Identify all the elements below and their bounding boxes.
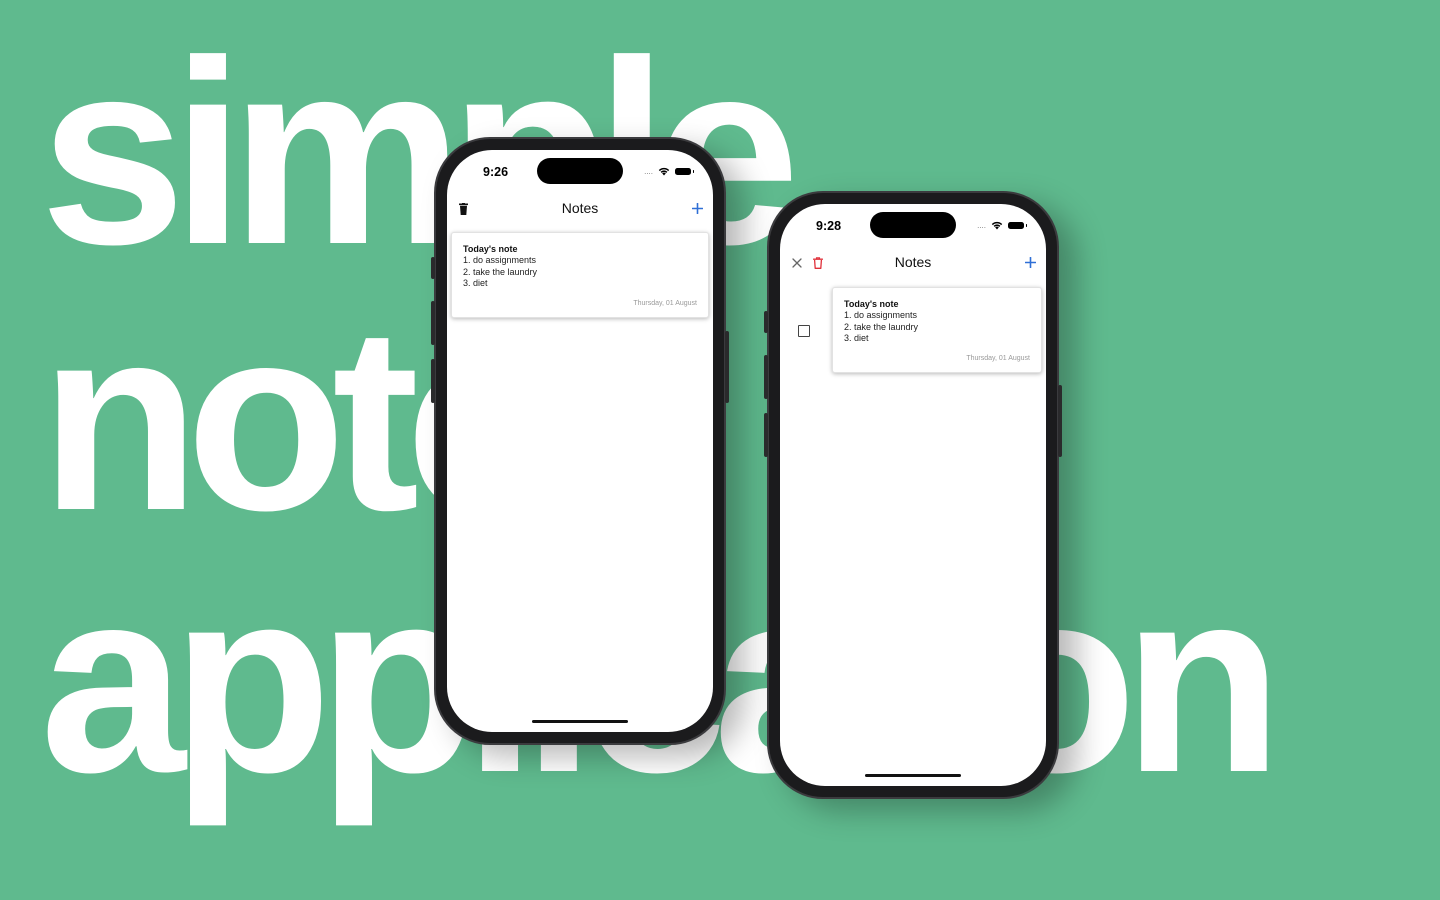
phone-volume-up-button [764,355,768,399]
phone-volume-down-button [764,413,768,457]
note-line: 1. do assignments [463,255,537,265]
note-line: 3. diet [844,333,869,343]
note-select-checkbox[interactable] [798,325,810,337]
note-title: Today's note [844,299,899,309]
note-title: Today's note [463,244,518,254]
home-indicator[interactable] [865,774,961,777]
page-title: Notes [561,200,599,216]
navigation-bar: Notes [780,248,1046,278]
phone-mockup-right: 9:28 .... Notes Today's note 1. do assig… [764,191,1062,799]
status-indicators: .... [977,220,1027,230]
plus-icon[interactable] [692,203,703,214]
page-title: Notes [894,254,932,270]
phone-action-button [764,311,768,333]
note-line: 3. diet [463,278,488,288]
plus-icon[interactable] [1025,257,1036,268]
status-indicators: .... [644,166,694,176]
dynamic-island [870,212,956,238]
note-date: Thursday, 01 August [633,300,697,307]
phone-power-button [725,331,729,403]
note-date: Thursday, 01 August [966,355,1030,362]
status-time: 9:28 [816,219,842,233]
note-card[interactable]: Today's note 1. do assignments 2. take t… [451,232,709,318]
note-line: 2. take the laundry [844,321,919,332]
note-line: 1. do assignments [844,310,918,320]
cellular-signal-icon: .... [977,221,986,230]
navigation-bar: Notes [447,194,713,224]
note-card[interactable]: Today's note 1. do assignments 2. take t… [832,287,1042,373]
phone-screen: 9:28 .... Notes Today's note 1. do assig… [780,204,1046,786]
home-indicator[interactable] [532,720,628,723]
status-time: 9:26 [483,165,509,179]
phone-action-button [431,257,435,279]
phone-volume-up-button [431,301,435,345]
cellular-signal-icon: .... [644,167,653,176]
phone-power-button [1058,385,1062,457]
phone-volume-down-button [431,359,435,403]
phone-mockup-left: 9:26 .... Notes Today's note 1. do assig… [431,137,729,745]
dynamic-island [537,158,623,184]
wifi-icon [991,221,1003,229]
phone-screen: 9:26 .... Notes Today's note 1. do assig… [447,150,713,732]
note-line: 2. take the laundry [463,266,538,277]
battery-icon [1008,221,1027,229]
wifi-icon [658,167,670,175]
battery-icon [675,167,694,175]
